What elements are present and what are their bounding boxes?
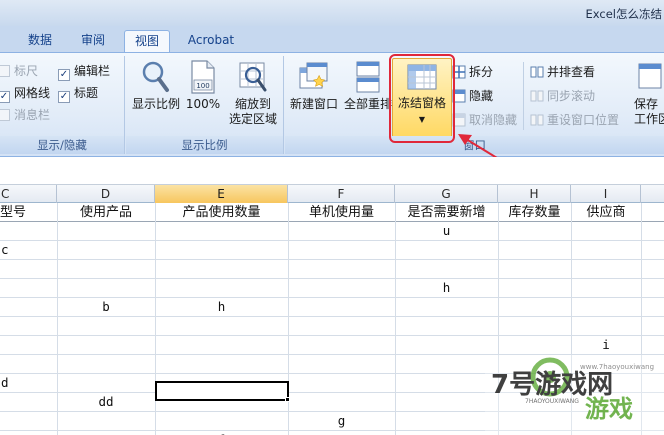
ribbon: 标尺 ✓ 编辑栏 ✓ 网格线 ✓ 标题 消息栏 显示/隐藏 显示比例 100 1… <box>0 52 664 157</box>
arrange-all-button[interactable]: 全部重排 <box>343 60 393 112</box>
zoom-selection-icon <box>239 62 267 92</box>
annotation-highlight-box <box>389 54 455 143</box>
message-bar-label: 消息栏 <box>14 108 51 122</box>
grid-line <box>0 278 664 279</box>
column-header-c[interactable]: C <box>0 185 57 203</box>
grid-line <box>0 335 664 336</box>
tab-data[interactable]: 数据 <box>20 30 60 52</box>
gridlines-check-box: ✓ <box>0 91 10 103</box>
column-header-i[interactable]: I <box>571 185 641 203</box>
ruler-checkbox[interactable]: 标尺 <box>0 62 38 80</box>
side-by-side-icon <box>530 66 544 78</box>
cell-f1[interactable]: 单机使用量 <box>288 203 395 222</box>
column-header-f[interactable]: F <box>288 185 395 203</box>
magnifier-icon <box>142 61 169 92</box>
group-label-show-hide: 显示/隐藏 <box>0 136 124 154</box>
column-header-next[interactable] <box>641 185 664 203</box>
split-button[interactable]: 拆分 <box>452 62 493 82</box>
message-bar-checkbox[interactable]: 消息栏 <box>0 106 50 124</box>
cell-d6[interactable]: b <box>57 297 155 316</box>
title-bar: Excel怎么冻结 <box>0 0 664 26</box>
cell-i8[interactable]: i <box>571 335 641 354</box>
zoom-button[interactable]: 显示比例 <box>130 60 182 112</box>
grid-line <box>0 240 664 241</box>
watermark-logo: 7号游戏网 7HAOYOUXIWANG 游戏 www.7haoyouxiwang <box>485 355 664 435</box>
watermark-domain: www.7haoyouxiwang <box>580 363 654 371</box>
tab-review[interactable]: 审阅 <box>73 30 113 52</box>
arrange-all-label: 全部重排 <box>343 97 392 111</box>
zoom-selection-label-1: 缩放到 <box>234 97 271 111</box>
svg-text:100: 100 <box>196 82 209 90</box>
zoom-100-icon: 100 <box>191 60 215 94</box>
arrange-all-icon <box>356 61 380 93</box>
cell-f12[interactable]: g <box>288 411 395 430</box>
group-zoom: 显示比例 100 100% 缩放到 选定区域 显示比例 <box>126 56 284 154</box>
group-show-hide: 标尺 ✓ 编辑栏 ✓ 网格线 ✓ 标题 消息栏 显示/隐藏 <box>0 56 125 154</box>
cell-c1[interactable]: 型号 <box>0 203 57 222</box>
watermark-pinyin: 7HAOYOUXIWANG <box>525 398 579 405</box>
column-header-h[interactable]: H <box>498 185 571 203</box>
zoom-100-label: 100% <box>185 97 221 111</box>
side-by-side-button[interactable]: 并排查看 <box>530 62 595 82</box>
grid-line <box>0 259 664 260</box>
gridlines-checkbox[interactable]: ✓ 网格线 <box>0 84 51 103</box>
gridlines-label: 网格线 <box>14 86 51 100</box>
sync-scroll-button[interactable]: 同步滚动 <box>530 86 595 106</box>
grid-line <box>0 316 664 317</box>
split-label: 拆分 <box>469 65 494 79</box>
selected-cell[interactable] <box>155 381 289 401</box>
formula-bar-checkbox[interactable]: ✓ 编辑栏 <box>58 62 111 81</box>
formula-bar-check-box: ✓ <box>58 69 70 81</box>
cell-g1[interactable]: 是否需要新增 <box>395 203 498 222</box>
column-header-row: C D E F G H I <box>0 185 664 203</box>
zoom-to-selection-button[interactable]: 缩放到 选定区域 <box>224 60 282 127</box>
side-by-side-label: 并排查看 <box>547 65 596 79</box>
save-workspace-icon <box>638 63 662 89</box>
cell-c3[interactable]: c <box>0 240 57 259</box>
save-workspace-label-1: 保存 <box>634 97 659 111</box>
formula-bar-area <box>0 157 664 185</box>
cell-e6[interactable]: h <box>155 297 288 316</box>
new-window-icon <box>299 62 328 89</box>
cell-d11[interactable]: dd <box>57 392 155 411</box>
ribbon-tab-bar: 数据 审阅 视图 Acrobat <box>0 26 664 52</box>
hide-label: 隐藏 <box>469 89 494 103</box>
zoom-selection-label-2: 选定区域 <box>228 112 277 126</box>
zoom-button-label: 显示比例 <box>131 97 180 111</box>
cell-h1[interactable]: 库存数量 <box>498 203 571 222</box>
formula-bar-label: 编辑栏 <box>74 64 111 78</box>
zoom-100-button[interactable]: 100 100% <box>183 60 223 112</box>
group-label-zoom: 显示比例 <box>126 136 283 154</box>
sync-scroll-icon <box>530 90 544 102</box>
cell-e1[interactable]: 产品使用数量 <box>155 203 288 222</box>
cell-i1[interactable]: 供应商 <box>571 203 641 222</box>
watermark-big-text: 游戏 <box>585 395 633 423</box>
headings-check-box: ✓ <box>58 91 70 103</box>
new-window-label: 新建窗口 <box>289 97 338 111</box>
column-header-d[interactable]: D <box>57 185 155 203</box>
column-header-g[interactable]: G <box>395 185 498 203</box>
reset-position-label: 重设窗口位置 <box>547 113 620 127</box>
hide-button[interactable]: 隐藏 <box>452 86 493 106</box>
save-workspace-button[interactable]: 保存 工作区 <box>634 60 664 127</box>
ruler-check-box <box>0 65 10 77</box>
message-bar-check-box <box>0 109 10 121</box>
cell-d1[interactable]: 使用产品 <box>57 203 155 222</box>
window-group-divider <box>523 62 524 130</box>
headings-checkbox[interactable]: ✓ 标题 <box>58 84 99 103</box>
cell-e13[interactable]: f <box>155 430 288 435</box>
column-header-e[interactable]: E <box>155 185 288 203</box>
tab-acrobat[interactable]: Acrobat <box>180 30 242 52</box>
window-title: Excel怎么冻结 <box>585 7 662 21</box>
sync-scroll-label: 同步滚动 <box>547 89 596 103</box>
cell-c10[interactable]: d <box>0 373 57 392</box>
save-workspace-label-2: 工作区 <box>634 112 664 126</box>
ruler-label: 标尺 <box>14 64 39 78</box>
headings-label: 标题 <box>74 86 99 100</box>
cell-g2[interactable]: u <box>395 221 498 240</box>
fill-handle[interactable] <box>285 397 290 402</box>
new-window-button[interactable]: 新建窗口 <box>287 60 341 112</box>
tab-view[interactable]: 视图 <box>124 30 170 52</box>
cell-g5[interactable]: h <box>395 278 498 297</box>
